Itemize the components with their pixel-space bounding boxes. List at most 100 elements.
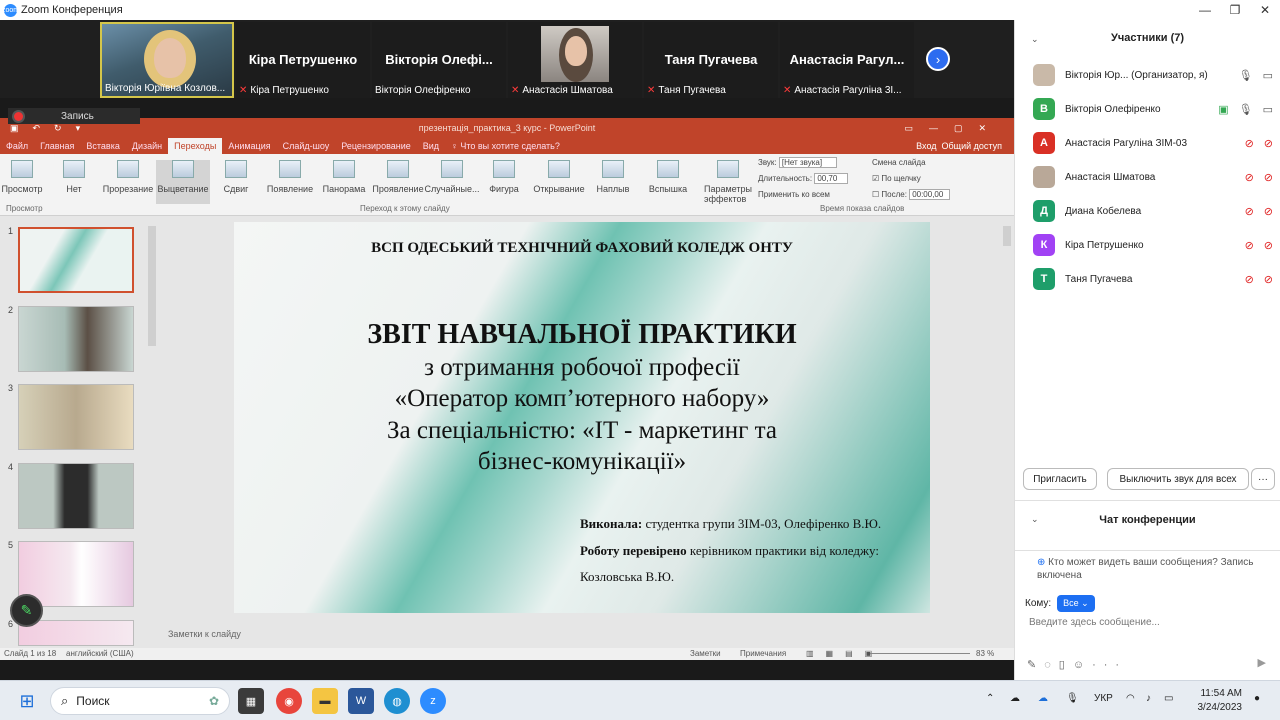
send-icon[interactable]: ▶ [1258, 656, 1266, 669]
chat-input[interactable]: Введите здесь сообщение... [1029, 617, 1160, 628]
preview-button[interactable]: Просмотр [1, 160, 43, 204]
video-tile-shmatova[interactable]: ✕ Анастасія Шматова [508, 22, 642, 98]
tab-insert[interactable]: Вставка [80, 138, 125, 154]
slide-thumbnail[interactable] [18, 463, 134, 529]
status-comments-button[interactable]: Примечания [740, 648, 786, 660]
status-language[interactable]: английский (США) [66, 648, 134, 660]
apply-all-button[interactable]: Применить ко всем [758, 190, 830, 199]
search-icon: ⌕ [61, 693, 69, 708]
transition-reveal[interactable]: Проявление [372, 160, 424, 204]
view-buttons[interactable]: ▥▦▤▣ [806, 648, 884, 660]
participant-row[interactable]: Вікторія Юр... (Организатор, я) 🎙 ▭ [1033, 62, 1280, 88]
transition-icon [279, 160, 301, 178]
share-button[interactable]: Общий доступ [942, 141, 1002, 151]
participant-row[interactable]: Т Таня Пугачева ⊘ ⊘ [1033, 266, 1280, 292]
tab-home[interactable]: Главная [34, 138, 80, 154]
tab-slideshow[interactable]: Слайд-шоу [277, 138, 336, 154]
gallery-next-button[interactable]: › [926, 47, 950, 71]
video-tile-olefirenko[interactable]: Вікторія Олефі... Вікторія Олефіренко [372, 22, 506, 98]
video-tile-pugacheva[interactable]: Таня Пугачева ✕ Таня Пугачева [644, 22, 778, 98]
tab-design[interactable]: Дизайн [126, 138, 168, 154]
status-zoom-level[interactable]: 83 % [976, 648, 994, 660]
slide-scrollbar[interactable] [1003, 226, 1011, 246]
volume-icon[interactable]: ♪ [1146, 693, 1151, 704]
recording-indicator[interactable]: Запись [8, 108, 140, 124]
invite-button[interactable]: Пригласить [1023, 468, 1097, 490]
participant-icons: ▣ 🎙 ▭ [1218, 103, 1273, 116]
transition-cover[interactable]: Наплыв [592, 160, 634, 204]
tell-me-input[interactable]: ♀ Что вы хотите сделать? [451, 138, 560, 154]
video-tile-kira[interactable]: Кіра Петрушенко ✕ Кіра Петрушенко [236, 22, 370, 98]
word-icon[interactable]: W [348, 688, 374, 714]
participant-row[interactable]: В Вікторія Олефіренко ▣ 🎙 ▭ [1033, 96, 1280, 122]
video-tile-ragulina[interactable]: Анастасія Рагул... ✕ Анастасія Рагуліна 3… [780, 22, 914, 98]
keyboard-language[interactable]: УКР [1094, 693, 1113, 704]
transition-flash[interactable]: Вспышка [644, 160, 692, 204]
video-icon: ▭ [1262, 69, 1273, 82]
annotate-pen-icon[interactable]: ✎ [10, 594, 43, 627]
mic-muted-icon: ✕ [783, 85, 792, 96]
transition-none[interactable]: Нет [52, 160, 96, 204]
recipient-select[interactable]: Все ⌄ [1057, 595, 1095, 612]
mute-all-button[interactable]: Выключить звук для всех [1107, 468, 1249, 490]
participant-row[interactable]: К Кіра Петрушенко ⊘ ⊘ [1033, 232, 1280, 258]
on-click-checkbox[interactable]: ☑ По щелчку [872, 174, 921, 183]
current-slide[interactable]: ВСП ОДЕСЬКИЙ ТЕХНІЧНИЙ ФАХОВИЙ КОЛЕДЖ ОН… [234, 222, 930, 613]
chat-visibility-info[interactable]: ⊕ Кто может видеть ваши сообщения? Запис… [1037, 556, 1273, 582]
taskbar-search[interactable]: ⌕ Поиск ✿ [50, 687, 230, 715]
zoom-taskbar-icon[interactable]: z [420, 688, 446, 714]
tab-view[interactable]: Вид [417, 138, 445, 154]
mic-muted-icon: ⊘ [1244, 171, 1254, 184]
tab-file[interactable]: Файл [0, 138, 34, 154]
zoom-slider[interactable] [870, 653, 970, 654]
participant-row[interactable]: А Анастасія Рагуліна ЗІМ-03 ⊘ ⊘ [1033, 130, 1280, 156]
wifi-icon[interactable]: ◠ [1126, 693, 1135, 704]
browser-icon[interactable]: ◍ [384, 688, 410, 714]
taskbar-clock[interactable]: 11:54 AM 3/24/2023 [1198, 687, 1243, 715]
effect-options-button[interactable]: Параметры эффектов [704, 160, 752, 204]
tab-animations[interactable]: Анимация [222, 138, 276, 154]
tab-transitions[interactable]: Переходы [168, 138, 223, 154]
restore-button[interactable]: ❐ [1220, 0, 1250, 20]
signin-share[interactable]: Вход Общий доступ [916, 138, 1002, 154]
more-options-button[interactable]: ··· [1251, 468, 1275, 490]
slide-thumbnail[interactable] [18, 384, 134, 450]
participant-row[interactable]: Д Диана Кобелева ⊘ ⊘ [1033, 198, 1280, 224]
duration-field[interactable]: Длительность: 00,70 [758, 173, 849, 184]
status-notes-button[interactable]: Заметки [690, 648, 721, 660]
slide-thumbnail[interactable] [18, 306, 134, 372]
after-checkbox[interactable]: ☐ После: 00:00,00 [872, 189, 951, 200]
mic-tray-icon[interactable]: 🎙 [1066, 693, 1079, 704]
close-button[interactable]: ✕ [1250, 0, 1280, 20]
windows-start-icon[interactable]: ⊞ [14, 688, 40, 714]
cloud-icon[interactable]: ☁ [1010, 693, 1020, 704]
participant-row[interactable]: Анастасія Шматова ⊘ ⊘ [1033, 164, 1280, 190]
slide-thumbnail[interactable] [18, 227, 134, 293]
thumbnail-scrollbar[interactable] [148, 226, 156, 346]
file-explorer-icon[interactable]: ▬ [312, 688, 338, 714]
transition-cut[interactable]: Прорезание [102, 160, 154, 204]
transition-fade[interactable]: Выцветание [156, 160, 210, 204]
tab-review[interactable]: Рецензирование [335, 138, 417, 154]
transition-wipe[interactable]: Появление [262, 160, 318, 204]
minimize-button[interactable]: — [1190, 0, 1220, 20]
tray-chevron-icon[interactable]: ⌃ [986, 693, 994, 704]
ppt-window-controls[interactable]: ▭—▢✕ [904, 118, 1002, 138]
transition-push[interactable]: Сдвиг [214, 160, 258, 204]
notes-pane[interactable]: Заметки к слайду [160, 628, 1014, 644]
group-label-transition: Переход к этому слайду [360, 204, 450, 213]
video-tile-host[interactable]: Вікторія Юріївна Козлов... [100, 22, 234, 98]
onedrive-icon[interactable]: ☁ [1038, 693, 1048, 704]
transition-pan[interactable]: Панорама [320, 160, 368, 204]
task-view-icon[interactable]: ▦ [238, 688, 264, 714]
chat-toolbar[interactable]: ✎◌▯☺··· [1027, 658, 1127, 671]
participant-icons: ⊘ ⊘ [1245, 239, 1273, 252]
transition-uncover[interactable]: Открывание [532, 160, 586, 204]
signin-link[interactable]: Вход [916, 141, 936, 151]
notification-icon[interactable]: ● [1254, 693, 1260, 704]
transition-shape[interactable]: Фигура [484, 160, 524, 204]
transition-random[interactable]: Случайные... [425, 160, 479, 204]
sound-field[interactable]: Звук: [Нет звука] [758, 157, 838, 168]
chrome-icon[interactable]: ◉ [276, 688, 302, 714]
battery-icon[interactable]: ▭ [1164, 693, 1173, 704]
